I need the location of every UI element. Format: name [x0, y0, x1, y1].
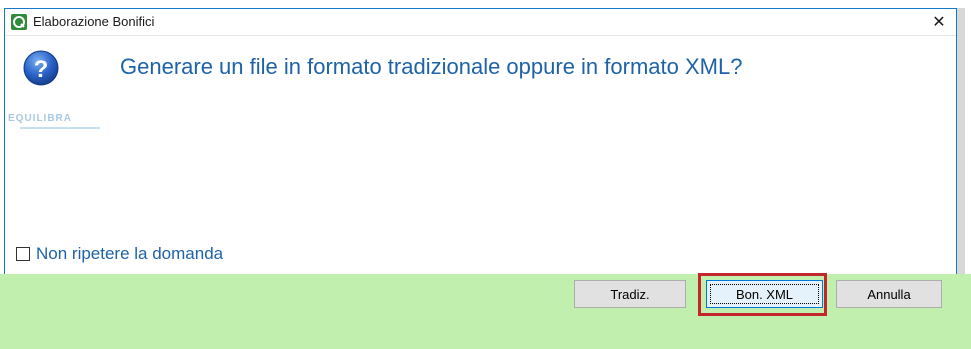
dont-repeat-label[interactable]: Non ripetere la domanda — [36, 244, 223, 264]
tradiz-button[interactable]: Tradiz. — [574, 280, 686, 308]
window-title: Elaborazione Bonifici — [33, 14, 155, 29]
watermark-underline — [20, 127, 100, 129]
annulla-label: Annulla — [867, 286, 911, 302]
dont-repeat-checkbox[interactable] — [16, 247, 30, 261]
close-icon[interactable]: ✕ — [922, 9, 956, 35]
highlight-box — [698, 273, 827, 316]
dont-repeat-option[interactable]: Non ripetere la domanda — [16, 244, 223, 264]
app-logo-icon — [11, 14, 27, 30]
title-bar[interactable]: Elaborazione Bonifici ✕ — [5, 9, 956, 36]
dialog-message: Generare un file in formato tradizionale… — [120, 54, 743, 79]
svg-text:?: ? — [34, 56, 49, 83]
tradiz-label: Tradiz. — [610, 286, 650, 302]
equilibra-watermark: EQUILIBRA — [2, 112, 112, 138]
question-icon: ? — [23, 50, 59, 86]
watermark-text: EQUILIBRA — [8, 113, 72, 124]
annulla-button[interactable]: Annulla — [836, 280, 942, 308]
